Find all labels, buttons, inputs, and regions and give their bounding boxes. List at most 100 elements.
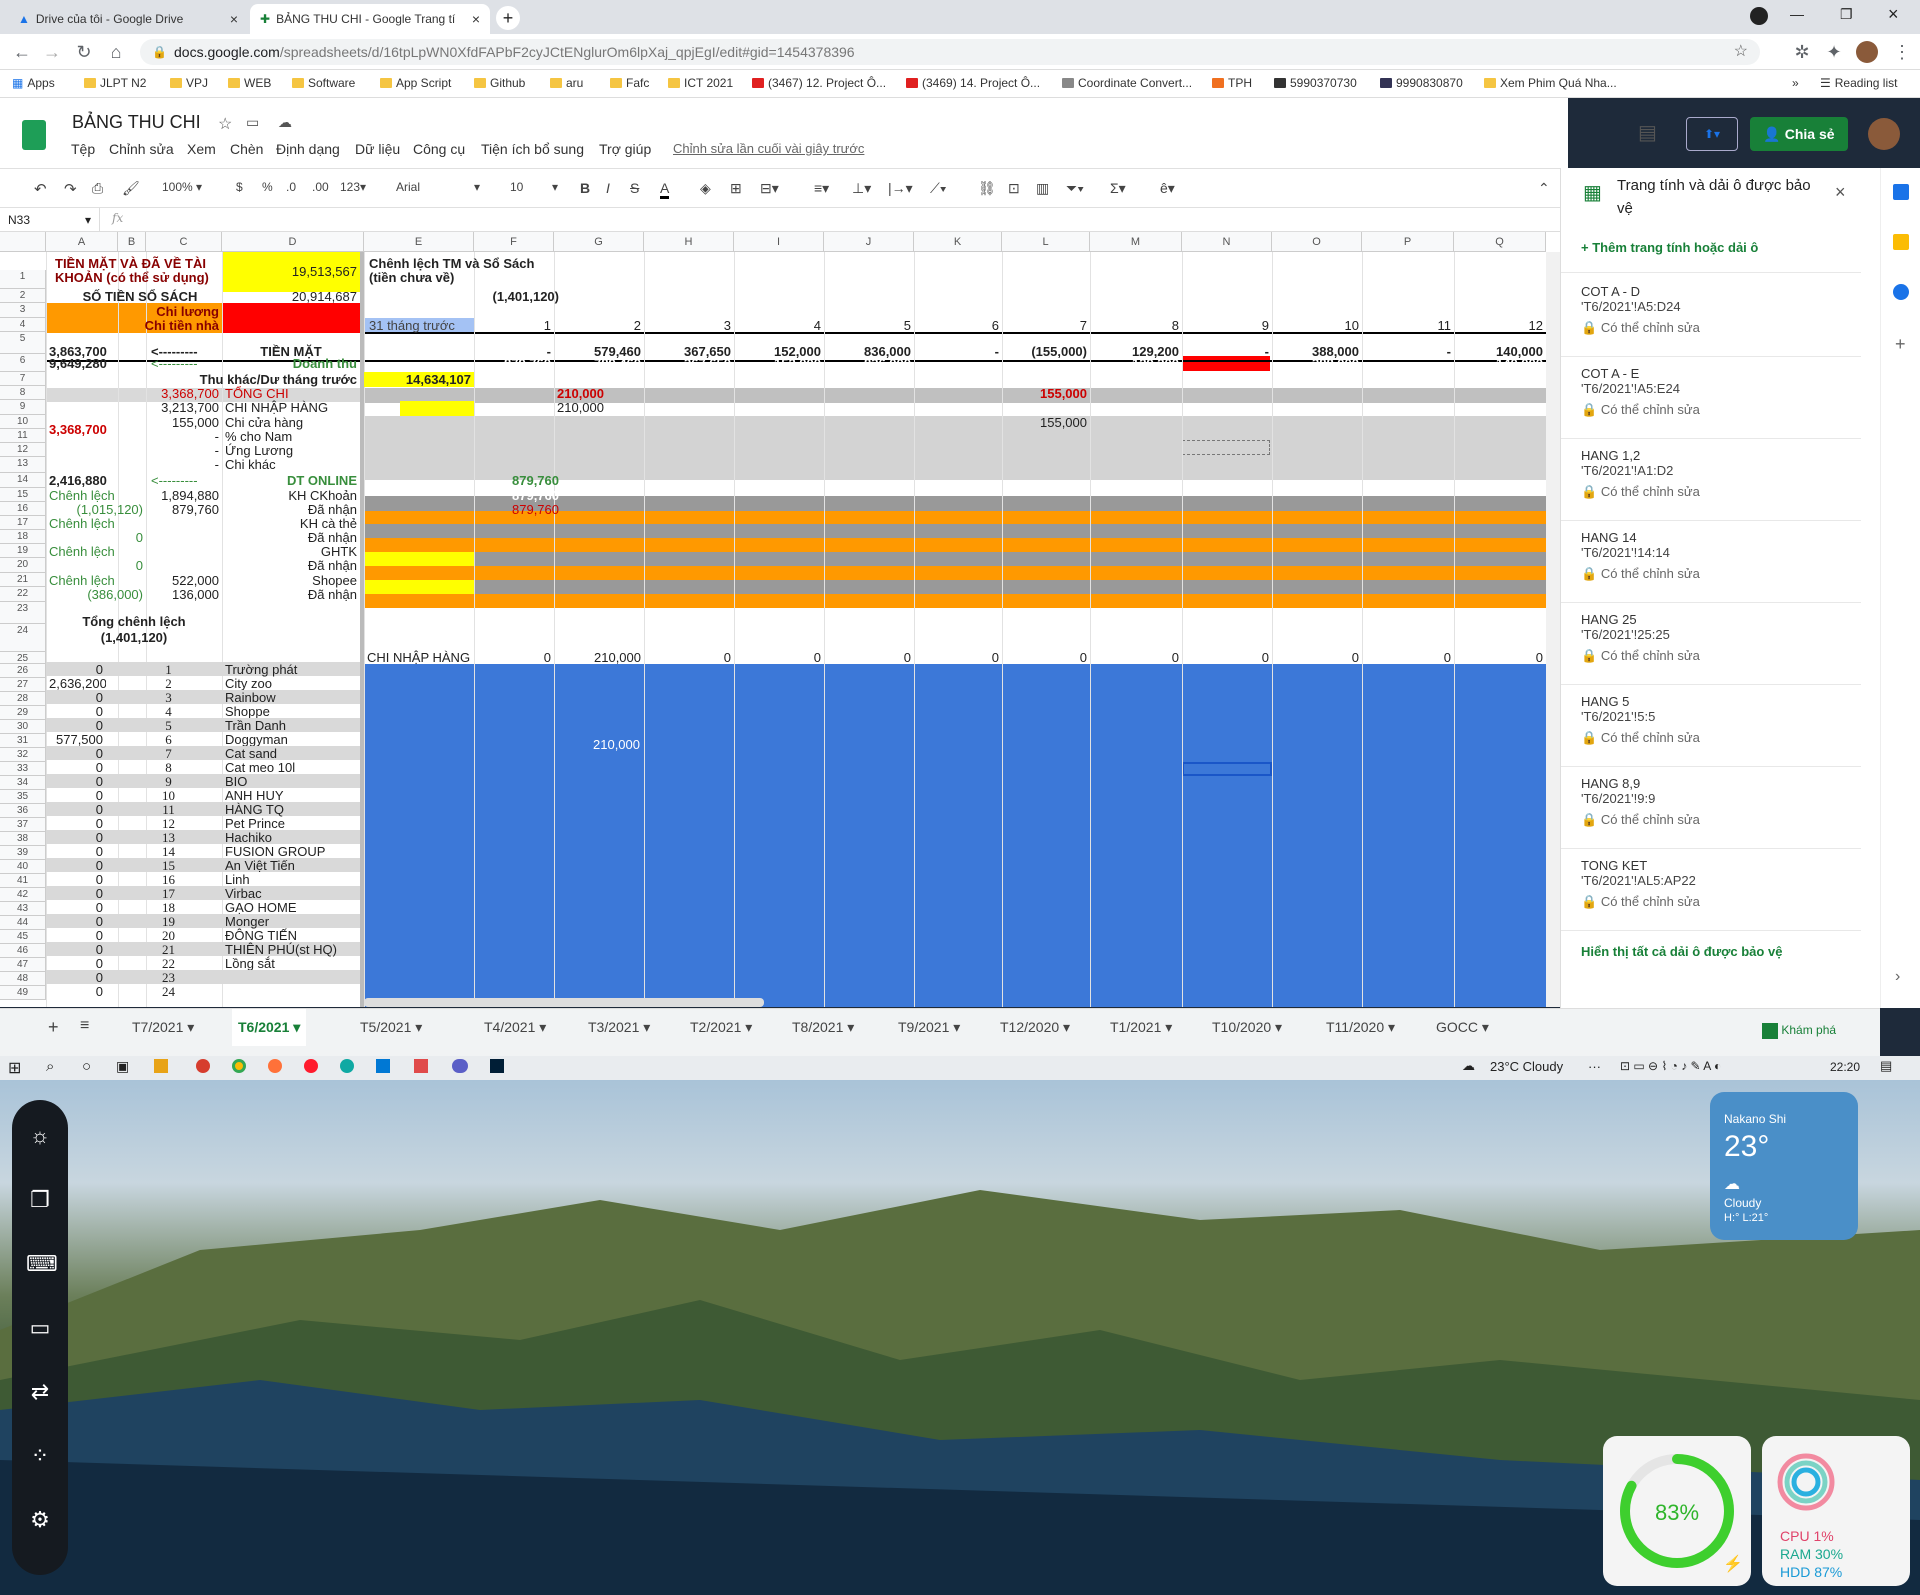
- fill-color-icon[interactable]: ◈: [700, 180, 711, 197]
- app-icon[interactable]: [452, 1059, 468, 1073]
- grid-cell[interactable]: 15: [146, 858, 191, 873]
- url-input[interactable]: 🔒 docs.google.com/spreadsheets/d/16tpLpW…: [140, 39, 1760, 65]
- row-header[interactable]: 18: [0, 530, 46, 544]
- row-header[interactable]: 4: [0, 318, 46, 332]
- row-header[interactable]: 39: [0, 846, 46, 860]
- supplier-name[interactable]: City zoo: [222, 676, 275, 691]
- cell-l8[interactable]: 155,000: [1002, 386, 1090, 401]
- row-header[interactable]: 23: [0, 602, 46, 624]
- bold-icon[interactable]: B: [580, 180, 590, 196]
- grid-cell[interactable]: 24: [146, 984, 191, 999]
- supplier-name[interactable]: Doggyman: [222, 732, 291, 747]
- cell-c10[interactable]: 155,000: [146, 415, 222, 430]
- cell-c21[interactable]: 522,000: [146, 573, 222, 588]
- row-header[interactable]: 44: [0, 916, 46, 930]
- supplier-name[interactable]: Cat sand: [222, 746, 280, 761]
- start-icon[interactable]: ⊞: [8, 1058, 21, 1078]
- avatar[interactable]: [1868, 118, 1900, 150]
- grid-cell[interactable]: 0: [46, 816, 106, 831]
- grid-cell[interactable]: -: [146, 443, 222, 458]
- supplier-name[interactable]: HÀNG TQ: [222, 802, 287, 817]
- grid-cell[interactable]: 0: [46, 704, 106, 719]
- row-header[interactable]: 5: [0, 332, 46, 354]
- close-icon[interactable]: ×: [1835, 182, 1846, 203]
- grid-cell[interactable]: 0: [46, 984, 106, 999]
- cell-d12[interactable]: Ứng Lương: [222, 443, 296, 458]
- font-select[interactable]: Arial: [396, 180, 486, 194]
- add-sheet-icon[interactable]: +: [48, 1017, 59, 1038]
- column-header[interactable]: E: [364, 232, 474, 252]
- more-icon[interactable]: ⋮: [1890, 40, 1914, 64]
- cell-a6[interactable]: 9,649,280: [46, 356, 110, 371]
- grid-cell[interactable]: -: [146, 457, 222, 472]
- grid-cell[interactable]: 16: [146, 872, 191, 887]
- supplier-name[interactable]: GẠO HOME: [222, 900, 300, 915]
- functions-icon[interactable]: Σ▾: [1110, 180, 1126, 197]
- grid-cell[interactable]: 0: [46, 718, 106, 733]
- name-box[interactable]: N33 ▾: [0, 208, 100, 231]
- row-header[interactable]: 13: [0, 457, 46, 473]
- grid-cell[interactable]: 3: [644, 318, 734, 333]
- grid-cell[interactable]: 13: [146, 830, 191, 845]
- protected-range-item[interactable]: HANG 1,2 'T6/2021'!A1:D2 🔒 Có thể chỉnh sử…: [1581, 448, 1851, 500]
- menu-view[interactable]: Xem: [187, 141, 216, 157]
- grid-cell[interactable]: 8: [1090, 318, 1182, 333]
- grid-cell[interactable]: 0: [824, 650, 914, 665]
- grid-cell[interactable]: 0: [46, 760, 106, 775]
- comment-icon[interactable]: ▤: [1638, 120, 1657, 145]
- chrome-icon[interactable]: [232, 1059, 246, 1073]
- menu-format[interactable]: Định dạng: [276, 141, 340, 157]
- cell-e7[interactable]: 14,634,107: [364, 372, 474, 387]
- keyboard-icon[interactable]: ⌨: [26, 1250, 58, 1278]
- sheet-tab[interactable]: T6/2021 ▾: [232, 1009, 307, 1046]
- row-header[interactable]: 45: [0, 930, 46, 944]
- grid-cell[interactable]: 22: [146, 956, 191, 971]
- sheet-tab[interactable]: T5/2021 ▾: [360, 1019, 422, 1036]
- puzzle-icon[interactable]: ✦: [1822, 40, 1846, 64]
- grid-cell[interactable]: 11: [146, 802, 191, 817]
- last-edit-link[interactable]: Chỉnh sửa lần cuối vài giây trước: [673, 141, 864, 156]
- column-header[interactable]: K: [914, 232, 1002, 252]
- maximize-icon[interactable]: ❐: [1840, 6, 1853, 23]
- column-header[interactable]: G: [554, 232, 644, 252]
- grid-cell[interactable]: 1: [474, 318, 554, 333]
- grid-cell[interactable]: 14: [146, 844, 191, 859]
- column-header[interactable]: D: [222, 232, 364, 252]
- grid-cell[interactable]: 789,460: [554, 356, 644, 371]
- grid-cell[interactable]: 0: [46, 774, 106, 789]
- undo-icon[interactable]: ↶: [34, 180, 47, 198]
- window-icon[interactable]: ❐: [26, 1186, 54, 1214]
- vertical-scrollbar[interactable]: [1546, 252, 1560, 1007]
- supplier-name[interactable]: Rainbow: [222, 690, 279, 705]
- cell-a1[interactable]: TIỀN MẶT VÀ ĐÃ VỀ TÀI: [52, 256, 209, 271]
- collapse-toolbar-icon[interactable]: ⌃: [1538, 180, 1550, 197]
- cell-d20[interactable]: Đã nhận: [222, 558, 360, 573]
- row-header[interactable]: 21: [0, 573, 46, 587]
- row-header[interactable]: 27: [0, 678, 46, 692]
- keep-icon[interactable]: [1893, 234, 1909, 250]
- battery-widget[interactable]: 83% ⚡: [1603, 1436, 1751, 1586]
- grid-cell[interactable]: 0: [1002, 650, 1090, 665]
- cell-d19[interactable]: GHTK: [222, 544, 360, 559]
- grid-cell[interactable]: 0: [46, 914, 106, 929]
- cell-d21[interactable]: Shopee: [222, 573, 360, 588]
- bookmark-item[interactable]: Coordinate Convert...: [1062, 76, 1192, 90]
- grid-cell[interactable]: 4: [146, 704, 191, 719]
- supplier-name[interactable]: An Việt Tiến: [222, 858, 298, 873]
- new-tab-button[interactable]: +: [496, 6, 520, 30]
- firefox-icon[interactable]: [268, 1059, 282, 1073]
- clock[interactable]: 22:20: [1830, 1060, 1860, 1074]
- input-tools-icon[interactable]: ê▾: [1160, 180, 1175, 197]
- cell-a15[interactable]: Chênh lệch: [46, 488, 118, 503]
- protected-range-item[interactable]: COT A - E 'T6/2021'!A5:E24 🔒 Có thể chỉnh …: [1581, 366, 1851, 418]
- supplier-name[interactable]: Pet Prince: [222, 816, 288, 831]
- close-window-icon[interactable]: ×: [1888, 4, 1899, 25]
- row-header[interactable]: 7: [0, 372, 46, 386]
- grid-cell[interactable]: 836,000: [824, 356, 914, 371]
- sheet-tab[interactable]: T9/2021 ▾: [898, 1019, 960, 1036]
- row-header[interactable]: 1: [0, 270, 46, 289]
- grid-cell[interactable]: 9: [1182, 318, 1272, 333]
- decrease-decimal-button[interactable]: .0: [286, 180, 296, 194]
- taskbar-weather[interactable]: 23°C Cloudy: [1490, 1059, 1563, 1074]
- row-header[interactable]: 34: [0, 776, 46, 790]
